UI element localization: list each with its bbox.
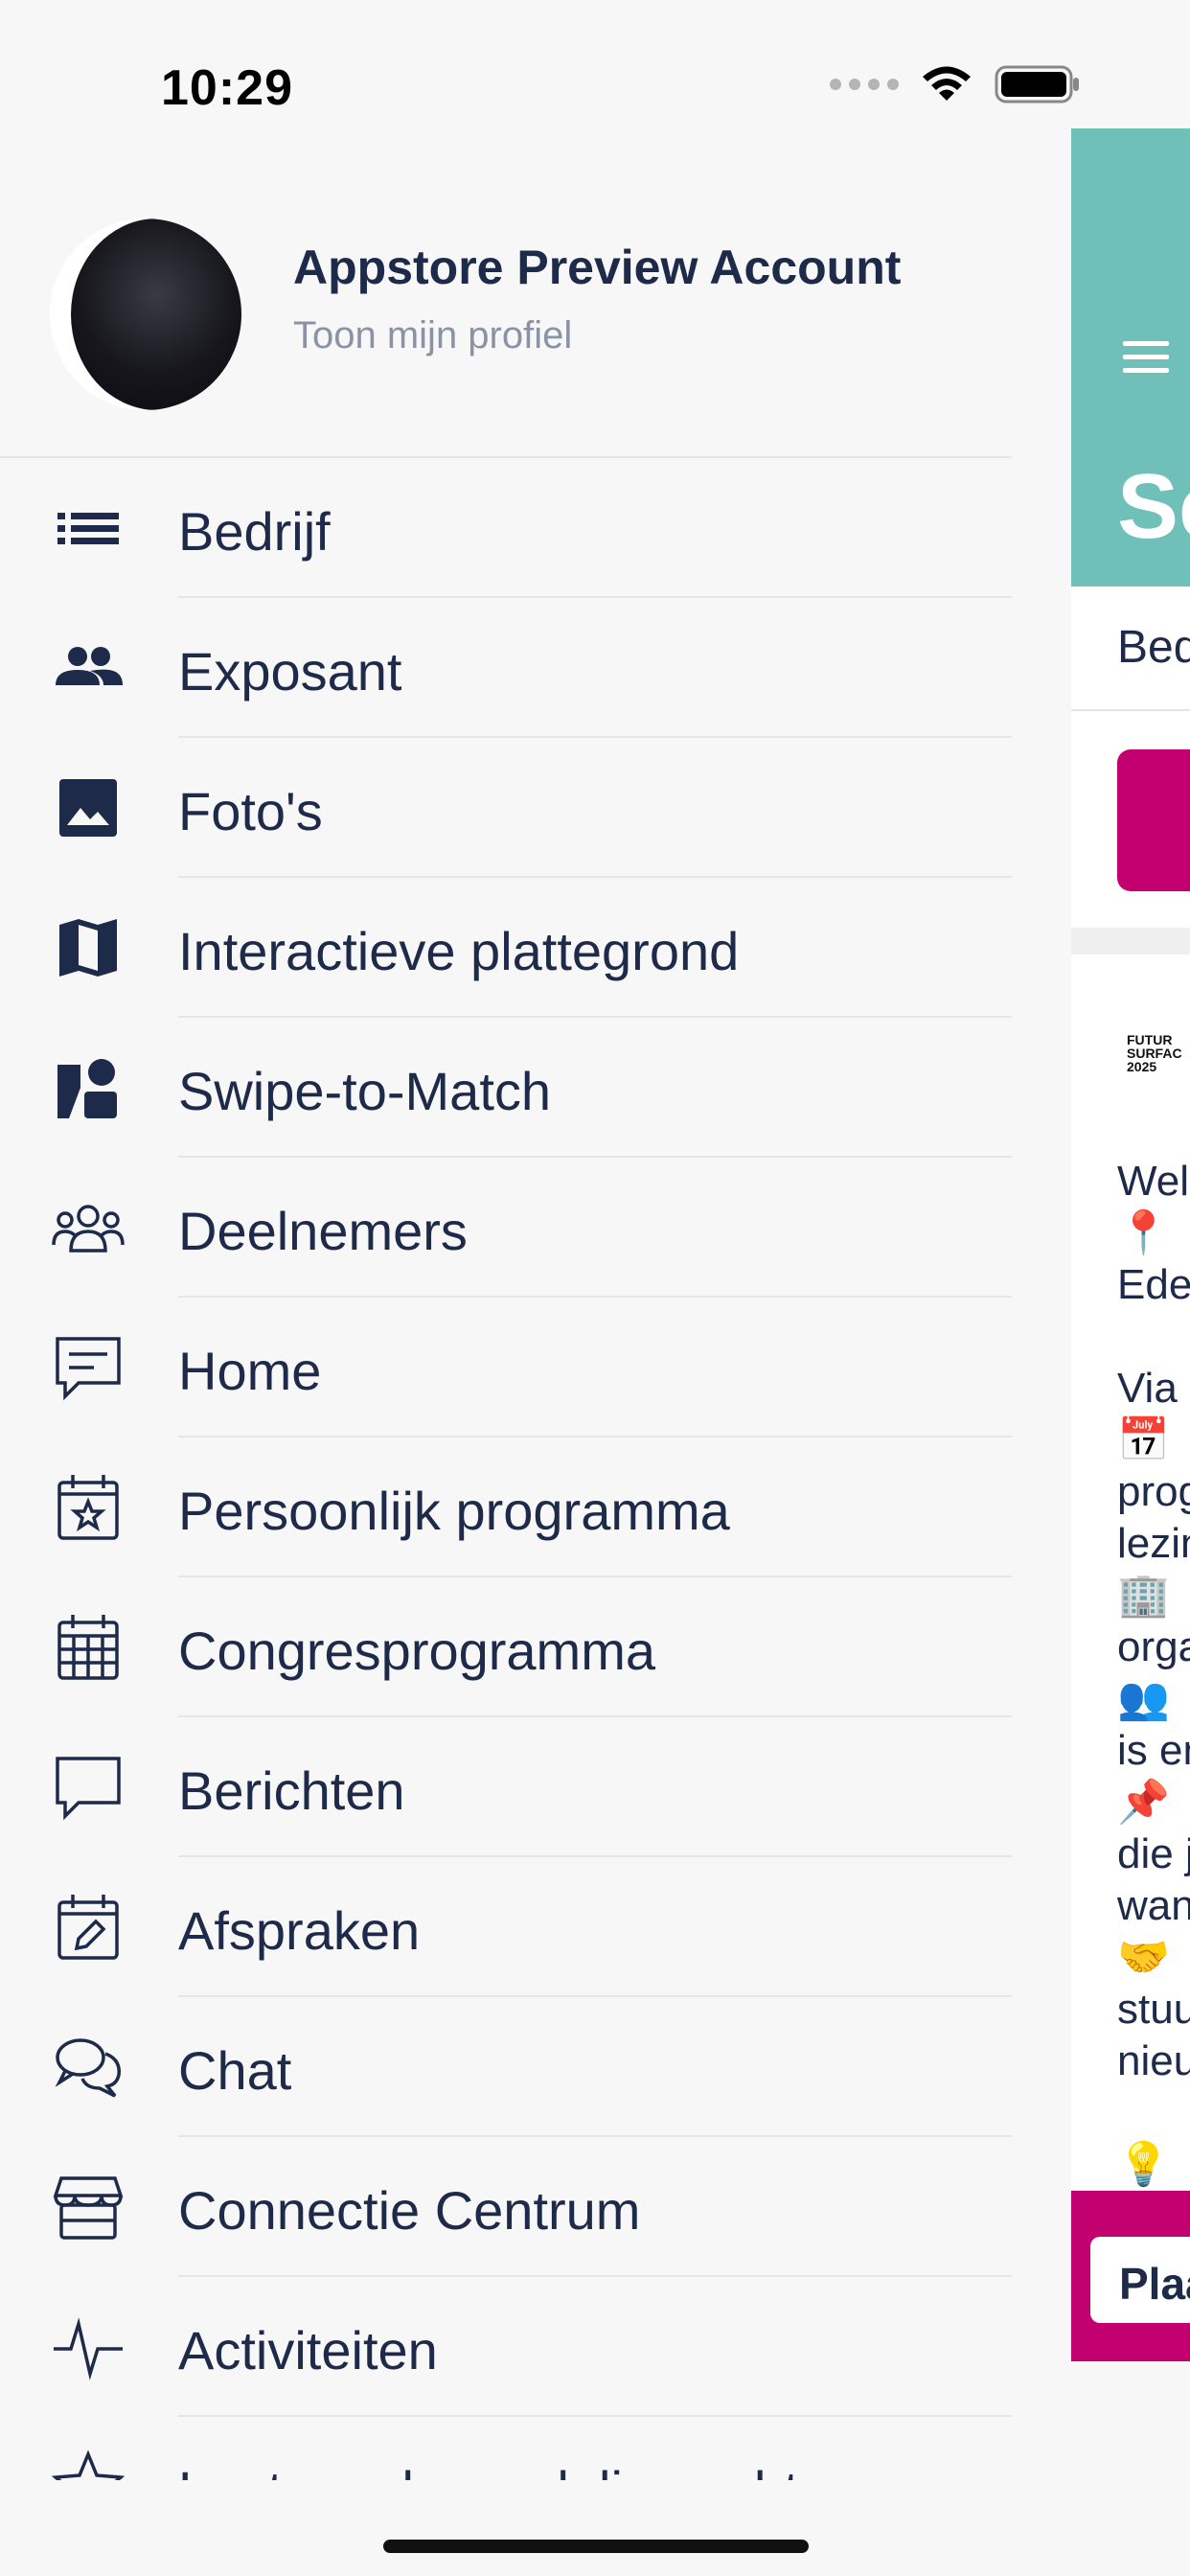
list-icon bbox=[50, 496, 126, 560]
event-logo: FUTUR SURFAC 2025 bbox=[1127, 1032, 1182, 1074]
menu-item-label: Laat een beoordeling achter bbox=[178, 2459, 846, 2480]
menu-item-label: Activiteiten bbox=[178, 2320, 438, 2380]
menu-item-label: Deelnemers bbox=[178, 1201, 468, 1261]
menu-item-connectie-centrum[interactable]: Connectie Centrum bbox=[0, 2137, 1012, 2277]
avatar[interactable] bbox=[50, 218, 241, 410]
status-bar: 10:29 bbox=[0, 0, 1190, 144]
main-header: Se bbox=[1071, 128, 1190, 586]
calendar-edit-icon bbox=[50, 1895, 126, 1960]
menu-item-label: Afspraken bbox=[178, 1900, 421, 1961]
menu-item-label: Swipe-to-Match bbox=[178, 1061, 552, 1121]
menu-item-persoonlijk-programma[interactable]: Persoonlijk programma bbox=[0, 1438, 1012, 1577]
signal-dots-icon bbox=[830, 79, 899, 90]
shapes-icon bbox=[50, 1056, 126, 1119]
main-action-button[interactable] bbox=[1117, 749, 1190, 891]
status-icons bbox=[830, 63, 1081, 105]
menu-item-label: Bedrijf bbox=[178, 501, 331, 562]
section-divider bbox=[1071, 928, 1190, 954]
main-page-title: Se bbox=[1117, 455, 1190, 558]
calendar-grid-icon bbox=[50, 1615, 126, 1680]
menu-item-plattegrond[interactable]: Interactieve plattegrond bbox=[0, 878, 1012, 1018]
photo-icon bbox=[50, 776, 126, 840]
menu-item-home[interactable]: Home bbox=[0, 1298, 1012, 1438]
menu-item-bedrijf[interactable]: Bedrijf bbox=[0, 458, 1012, 598]
menu-item-exposant[interactable]: Exposant bbox=[0, 598, 1012, 738]
main-segment-label: Bed bbox=[1117, 622, 1190, 673]
menu-item-chat[interactable]: Chat bbox=[0, 1997, 1012, 2137]
menu-item-berichten[interactable]: Berichten bbox=[0, 1717, 1012, 1857]
menu-item-congresprogramma[interactable]: Congresprogramma bbox=[0, 1577, 1012, 1717]
post-body-text: Wel 📍 Ede Via 📅 prog lezin 🏢 orga 👥 is e… bbox=[1117, 1158, 1190, 2188]
menu-item-label: Berichten bbox=[178, 1760, 405, 1821]
store-icon bbox=[50, 2175, 126, 2240]
post-button[interactable]: Plaa bbox=[1090, 2237, 1190, 2323]
menu-item-activiteiten[interactable]: Activiteiten bbox=[0, 2277, 1012, 2417]
menu-item-label: Persoonlijk programma bbox=[178, 1481, 730, 1541]
menu-item-beoordeling[interactable]: Laat een beoordeling achter bbox=[0, 2417, 1012, 2480]
menu-item-fotos[interactable]: Foto's bbox=[0, 738, 1012, 878]
menu-item-deelnemers[interactable]: Deelnemers bbox=[0, 1158, 1012, 1298]
view-profile-link[interactable]: Toon mijn profiel bbox=[293, 314, 572, 357]
activity-icon bbox=[50, 2315, 126, 2380]
menu-item-label: Interactieve plattegrond bbox=[178, 921, 740, 981]
menu-item-label: Home bbox=[178, 1341, 322, 1401]
wifi-icon bbox=[923, 66, 971, 101]
hamburger-menu-icon[interactable] bbox=[1123, 341, 1169, 376]
profile-name: Appstore Preview Account bbox=[293, 241, 902, 294]
post-button-label: Plaa bbox=[1119, 2259, 1190, 2309]
chat-bubble-icon bbox=[50, 1756, 126, 1821]
menu-item-label: Congresprogramma bbox=[178, 1621, 655, 1681]
menu-item-afspraken[interactable]: Afspraken bbox=[0, 1857, 1012, 1997]
menu-item-label: Exposant bbox=[178, 641, 402, 702]
participants-icon bbox=[50, 1196, 126, 1259]
calendar-star-icon bbox=[50, 1475, 126, 1540]
star-icon bbox=[50, 2450, 126, 2480]
menu-item-swipe-to-match[interactable]: Swipe-to-Match bbox=[0, 1018, 1012, 1158]
home-indicator[interactable] bbox=[383, 2540, 809, 2553]
people-icon bbox=[50, 636, 126, 700]
main-content-peek[interactable]: Se Bed FUTUR SURFAC 2025 Wel 📍 Ede Via 📅… bbox=[1071, 128, 1190, 2361]
chat-bubbles-icon bbox=[50, 2036, 126, 2099]
menu-item-label: Chat bbox=[178, 2040, 292, 2101]
profile-header[interactable]: Appstore Preview Account Toon mijn profi… bbox=[0, 128, 1012, 458]
menu-item-label: Connectie Centrum bbox=[178, 2180, 641, 2241]
map-icon bbox=[50, 916, 126, 979]
status-time: 10:29 bbox=[161, 60, 293, 116]
main-footer: Plaa bbox=[1071, 2191, 1190, 2361]
battery-icon bbox=[995, 65, 1079, 104]
drawer-menu: Bedrijf Exposant Foto's Interactieve pla… bbox=[0, 458, 1012, 2480]
main-segment-row[interactable]: Bed bbox=[1071, 586, 1190, 711]
side-drawer: Appstore Preview Account Toon mijn profi… bbox=[0, 128, 1071, 2480]
message-square-icon bbox=[50, 1336, 126, 1401]
menu-item-label: Foto's bbox=[178, 781, 323, 841]
